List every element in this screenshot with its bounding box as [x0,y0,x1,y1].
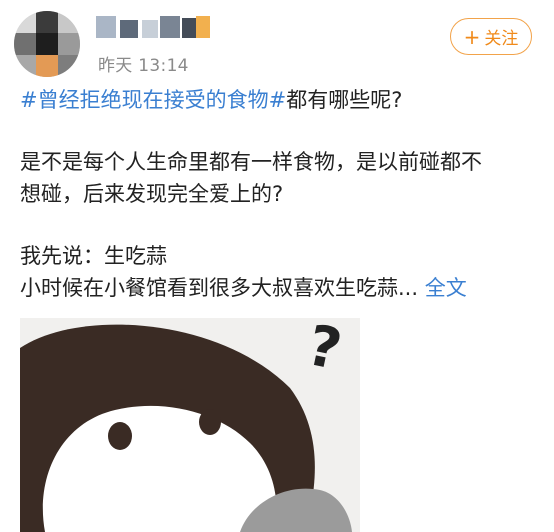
penguin-question-meme-icon: ? [20,318,360,532]
post-title-rest: 都有哪些呢? [286,88,403,112]
post-paragraph-line: 小时候在小餐馆看到很多大叔喜欢生吃蒜... 全文 [20,272,540,304]
post-timestamp: 昨天 13:14 [98,56,189,76]
full-text-link[interactable]: 全文 [425,276,467,300]
post-header: 昨天 13:14 + 关注 [0,0,554,80]
username-blurred[interactable] [96,14,212,44]
post-title-line: #曾经拒绝现在接受的食物#都有哪些呢? [20,84,540,116]
post-image[interactable]: ? [20,318,360,532]
follow-label: 关注 [484,29,519,49]
post-paragraph-line: 是不是每个人生命里都有一样食物，是以前碰都不 [20,150,482,174]
avatar[interactable] [14,11,80,77]
post-paragraph-line: 想碰，后来发现完全爱上的? [20,182,284,206]
post-body: #曾经拒绝现在接受的食物#都有哪些呢? 是不是每个人生命里都有一样食物，是以前碰… [20,84,540,304]
plus-icon: + [463,24,481,49]
follow-button[interactable]: + 关注 [450,18,532,55]
hashtag-link[interactable]: #曾经拒绝现在接受的食物# [20,88,286,112]
post-paragraph-line: 我先说：生吃蒜 [20,244,167,268]
post-truncated-text: 小时候在小餐馆看到很多大叔喜欢生吃蒜... [20,276,419,300]
